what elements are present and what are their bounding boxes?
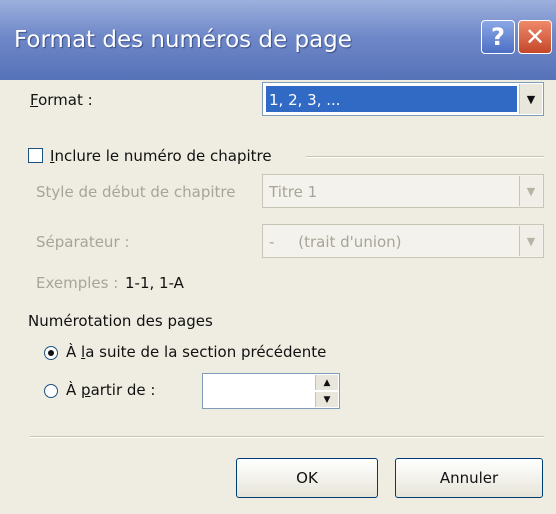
start-at-label[interactable]: À partir de :: [66, 381, 155, 399]
bottom-separator: [30, 436, 544, 438]
start-at-radio[interactable]: [44, 384, 58, 398]
close-button[interactable]: ✕: [518, 20, 552, 54]
chevron-down-icon[interactable]: ▼: [519, 84, 542, 114]
chapter-style-select[interactable]: Titre 1 ▼: [262, 174, 544, 208]
separator-label: Séparateur :: [36, 233, 130, 251]
title-bar: Format des numéros de page ? ✕: [0, 0, 556, 80]
spin-up-icon[interactable]: ▲: [315, 375, 338, 390]
page-numbering-label: Numérotation des pages: [28, 312, 213, 330]
chevron-down-icon[interactable]: ▼: [519, 226, 542, 256]
examples-label: Exemples :: [36, 274, 119, 292]
include-chapter-checkbox[interactable]: [28, 148, 43, 163]
close-icon: ✕: [524, 23, 546, 51]
chapter-style-value: Titre 1: [269, 183, 318, 201]
format-value: 1, 2, 3, ...: [269, 91, 341, 109]
help-button[interactable]: ?: [481, 20, 515, 54]
separator-value: - (trait d'union): [269, 233, 402, 251]
spin-down-icon[interactable]: ▼: [315, 392, 338, 407]
ok-button[interactable]: OK: [236, 458, 378, 498]
chapter-style-label: Style de début de chapitre: [36, 183, 236, 201]
cancel-button[interactable]: Annuler: [395, 458, 543, 498]
examples-value: 1-1, 1-A: [125, 274, 184, 292]
start-at-spinner[interactable]: ▲ ▼: [202, 373, 340, 409]
include-chapter-label[interactable]: Inclure le numéro de chapitre: [50, 147, 272, 165]
continue-from-previous-label[interactable]: À la suite de la section précédente: [66, 343, 326, 361]
separator-select[interactable]: - (trait d'union) ▼: [262, 224, 544, 258]
window-title: Format des numéros de page: [14, 27, 352, 53]
format-select[interactable]: 1, 2, 3, ... ▼: [262, 82, 544, 116]
chevron-down-icon[interactable]: ▼: [519, 176, 542, 206]
help-icon: ?: [491, 23, 505, 51]
continue-from-previous-radio[interactable]: [44, 346, 58, 360]
group-separator: [306, 156, 544, 158]
format-label: Format :: [30, 91, 93, 109]
